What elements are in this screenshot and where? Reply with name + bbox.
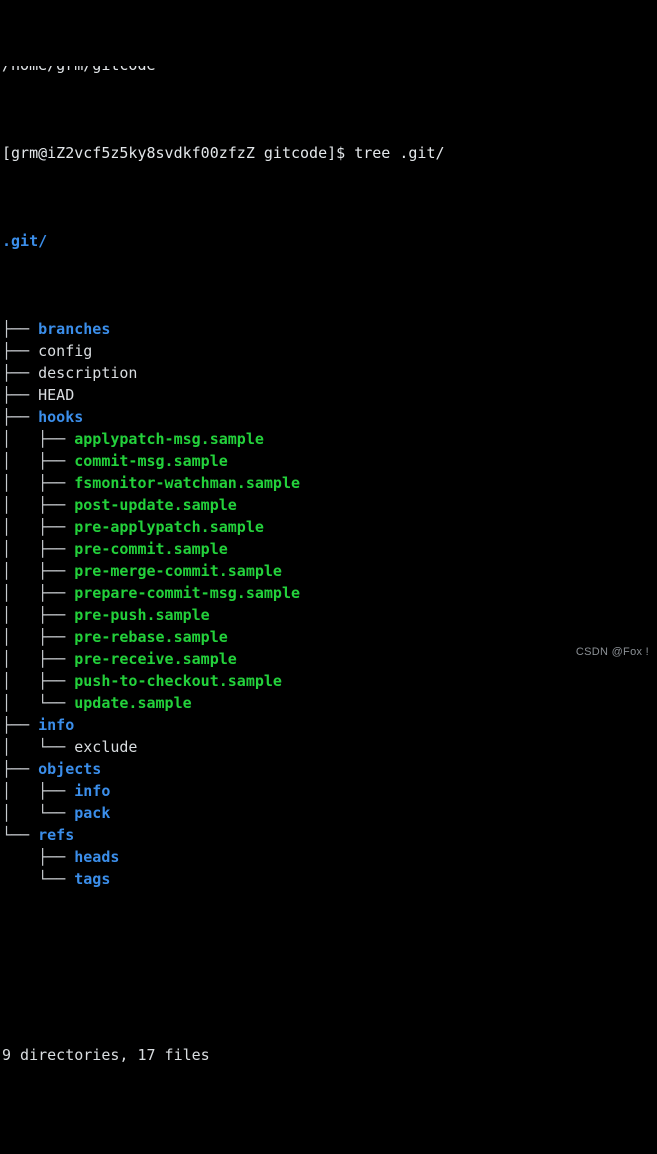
tree-row: ├── heads <box>2 846 657 868</box>
tree-file-name: config <box>38 342 93 360</box>
tree-guide: ├── <box>2 760 39 778</box>
tree-guide: │ ├── <box>2 584 75 602</box>
tree-executable-name: push-to-checkout.sample <box>74 672 282 690</box>
tree-guide: │ ├── <box>2 782 75 800</box>
tree-row: │ ├── fsmonitor-watchman.sample <box>2 472 657 494</box>
tree-row: │ └── update.sample <box>2 692 657 714</box>
shell-prompt-line: [grm@iZ2vcf5z5ky8svdkf00zfzZ gitcode]$ t… <box>2 142 657 164</box>
tree-guide: │ └── <box>2 738 75 756</box>
tree-row: │ ├── commit-msg.sample <box>2 450 657 472</box>
tree-guide: ├── <box>2 716 39 734</box>
tree-guide: └── <box>2 826 39 844</box>
tree-executable-name: pre-commit.sample <box>74 540 228 558</box>
tree-guide: ├── <box>2 386 39 404</box>
tree-directory-name: hooks <box>38 408 84 426</box>
tree-row: ├── objects <box>2 758 657 780</box>
tree-row: │ ├── applypatch-msg.sample <box>2 428 657 450</box>
tree-row: │ └── pack <box>2 802 657 824</box>
tree-executable-name: prepare-commit-msg.sample <box>74 584 301 602</box>
tree-row: │ ├── pre-receive.sample <box>2 648 657 670</box>
tree-row: ├── HEAD <box>2 384 657 406</box>
tree-guide: │ ├── <box>2 540 75 558</box>
tree-guide: │ └── <box>2 694 75 712</box>
tree-root-label: .git/ <box>2 232 48 250</box>
tree-guide: │ ├── <box>2 672 75 690</box>
tree-directory-name: pack <box>74 804 111 822</box>
tree-file-name: description <box>38 364 138 382</box>
tree-directory-name: tags <box>74 870 111 888</box>
tree-executable-name: pre-push.sample <box>74 606 210 624</box>
tree-executable-name: pre-receive.sample <box>74 650 237 668</box>
tree-row: │ ├── pre-rebase.sample <box>2 626 657 648</box>
tree-executable-name: update.sample <box>74 694 192 712</box>
tree-row: │ ├── info <box>2 780 657 802</box>
tree-guide: │ ├── <box>2 474 75 492</box>
tree-directory-name: refs <box>38 826 75 844</box>
tree-file-name: HEAD <box>38 386 75 404</box>
tree-guide: │ ├── <box>2 606 75 624</box>
tree-row: │ ├── pre-merge-commit.sample <box>2 560 657 582</box>
tree-row: └── tags <box>2 868 657 890</box>
tree-summary-line: 9 directories, 17 files <box>2 1044 657 1066</box>
tree-guide: └── <box>2 870 75 888</box>
tree-row: │ ├── post-update.sample <box>2 494 657 516</box>
tree-guide: ├── <box>2 848 75 866</box>
tree-guide: ├── <box>2 320 39 338</box>
tree-executable-name: pre-rebase.sample <box>74 628 228 646</box>
tree-row: ├── branches <box>2 318 657 340</box>
tree-guide: ├── <box>2 342 39 360</box>
tree-directory-name: branches <box>38 320 111 338</box>
tree-row: ├── config <box>2 340 657 362</box>
tree-guide: │ ├── <box>2 650 75 668</box>
shell-prompt-text: [grm@iZ2vcf5z5ky8svdkf00zfzZ gitcode]$ t… <box>2 144 445 162</box>
tree-row: ├── hooks <box>2 406 657 428</box>
tree-output: ├── branches ├── config ├── description ├──… <box>2 318 657 890</box>
tree-executable-name: post-update.sample <box>74 496 237 514</box>
tree-row: ├── info <box>2 714 657 736</box>
csdn-watermark: CSDN @Fox ! <box>575 646 649 658</box>
tree-guide: │ ├── <box>2 562 75 580</box>
tree-executable-name: fsmonitor-watchman.sample <box>74 474 301 492</box>
tree-row: └── refs <box>2 824 657 846</box>
scrollback-partial-line: /home/grm/gitcode <box>2 66 657 76</box>
tree-row: │ ├── push-to-checkout.sample <box>2 670 657 692</box>
tree-guide: │ ├── <box>2 496 75 514</box>
terminal-window[interactable]: /home/grm/gitcode [grm@iZ2vcf5z5ky8svdkf… <box>0 0 657 1064</box>
tree-row: │ └── exclude <box>2 736 657 758</box>
tree-guide: │ ├── <box>2 452 75 470</box>
tree-row: │ ├── pre-commit.sample <box>2 538 657 560</box>
tree-row: │ ├── prepare-commit-msg.sample <box>2 582 657 604</box>
tree-file-name: exclude <box>74 738 138 756</box>
tree-guide: │ ├── <box>2 628 75 646</box>
tree-directory-name: objects <box>38 760 102 778</box>
tree-row: │ ├── pre-push.sample <box>2 604 657 626</box>
tree-executable-name: pre-applypatch.sample <box>74 518 264 536</box>
tree-row: ├── description <box>2 362 657 384</box>
scrollback-partial-text: /home/grm/gitcode <box>2 66 657 76</box>
tree-guide: │ └── <box>2 804 75 822</box>
tree-executable-name: commit-msg.sample <box>74 452 228 470</box>
tree-executable-name: pre-merge-commit.sample <box>74 562 282 580</box>
tree-row: │ ├── pre-applypatch.sample <box>2 516 657 538</box>
tree-root-line: .git/ <box>2 230 657 252</box>
tree-directory-name: info <box>74 782 111 800</box>
tree-directory-name: heads <box>74 848 120 866</box>
tree-summary-text: 9 directories, 17 files <box>2 1046 210 1064</box>
tree-directory-name: info <box>38 716 75 734</box>
tree-guide: ├── <box>2 364 39 382</box>
tree-guide: ├── <box>2 408 39 426</box>
tree-executable-name: applypatch-msg.sample <box>74 430 264 448</box>
tree-guide: │ ├── <box>2 518 75 536</box>
tree-guide: │ ├── <box>2 430 75 448</box>
